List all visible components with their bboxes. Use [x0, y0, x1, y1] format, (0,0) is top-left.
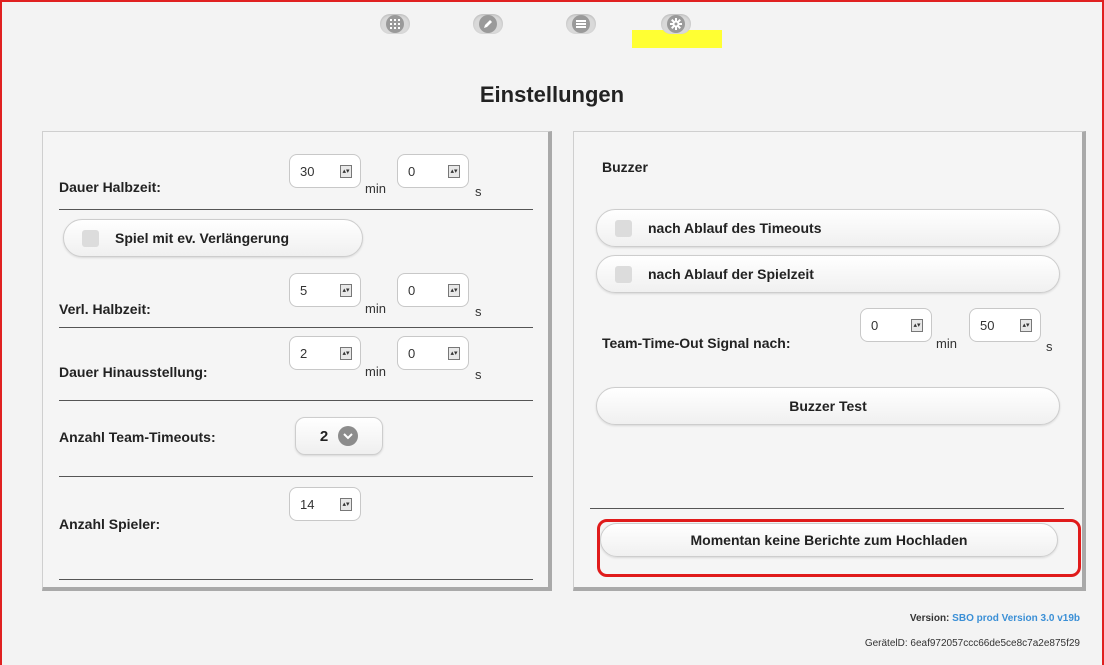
device-id-info: GerätelD: 6eaf972057ccc66de5ce8c7a2e875f… — [865, 638, 1080, 649]
signal-minutes-input[interactable]: 0 ▴▾ — [860, 308, 932, 342]
verlaengerung-label: Spiel mit ev. Verlängerung — [115, 230, 290, 246]
verlaengerung-toggle[interactable]: Spiel mit ev. Verlängerung — [63, 219, 363, 257]
after-playtime-toggle[interactable]: nach Ablauf der Spielzeit — [596, 255, 1060, 293]
after-timeout-toggle[interactable]: nach Ablauf des Timeouts — [596, 209, 1060, 247]
divider — [59, 209, 533, 210]
list-icon — [572, 15, 590, 33]
device-id-label: GerätelD: — [864, 638, 908, 649]
chevron-down-icon — [338, 426, 359, 446]
spin-arrows-icon[interactable]: ▴▾ — [448, 164, 460, 178]
hinausstellung-minutes-value: 2 — [300, 345, 308, 361]
verl-halbzeit-seconds-value: 0 — [408, 282, 416, 298]
spieler-label: Anzahl Spieler: — [59, 516, 161, 532]
buzzer-test-label: Buzzer Test — [789, 398, 867, 414]
verl-halbzeit-minutes-input[interactable]: 5 ▴▾ — [289, 273, 361, 307]
spin-arrows-icon[interactable]: ▴▾ — [340, 283, 352, 297]
signal-seconds-input[interactable]: 50 ▴▾ — [969, 308, 1041, 342]
page-title: Einstellungen — [479, 82, 625, 107]
divider — [59, 327, 533, 328]
hinausstellung-label: Dauer Hinausstellung: — [59, 364, 208, 380]
nav-settings-button[interactable] — [661, 14, 691, 34]
buzzer-test-button[interactable]: Buzzer Test — [596, 387, 1060, 425]
team-timeout-signal-label: Team-Time-Out Signal nach: — [602, 335, 791, 351]
verl-halbzeit-label: Verl. Halbzeit: — [59, 301, 151, 317]
spin-arrows-icon[interactable]: ▴▾ — [448, 283, 460, 297]
pencil-icon — [479, 15, 497, 33]
version-label: Version: — [909, 613, 950, 624]
verl-halbzeit-min-unit: min — [365, 301, 386, 316]
signal-seconds-value: 50 — [980, 317, 995, 333]
spin-arrows-icon[interactable]: ▴▾ — [340, 346, 352, 360]
halbzeit-minutes-input[interactable]: 30 ▴▾ — [289, 154, 361, 188]
verl-halbzeit-s-unit: s — [475, 304, 482, 319]
grid-icon — [386, 15, 404, 33]
hinausstellung-seconds-value: 0 — [408, 345, 416, 361]
hinausstellung-min-unit: min — [365, 364, 386, 379]
spieler-input[interactable]: 14 ▴▾ — [289, 487, 361, 521]
version-value: SBO prod Version 3.0 v19b — [952, 613, 1080, 624]
halbzeit-seconds-input[interactable]: 0 ▴▾ — [397, 154, 469, 188]
halbzeit-minutes-value: 30 — [300, 163, 315, 179]
after-timeout-label: nach Ablauf des Timeouts — [648, 220, 822, 236]
spin-arrows-icon[interactable]: ▴▾ — [911, 318, 923, 332]
divider — [590, 508, 1064, 509]
gear-icon — [667, 15, 685, 33]
game-settings-panel: Dauer Halbzeit: 30 ▴▾ min 0 ▴▾ s Spiel m… — [42, 131, 552, 591]
spin-arrows-icon[interactable]: ▴▾ — [340, 497, 352, 511]
divider — [59, 579, 533, 580]
hinausstellung-seconds-input[interactable]: 0 ▴▾ — [397, 336, 469, 370]
halbzeit-seconds-value: 0 — [408, 163, 416, 179]
divider — [59, 476, 533, 477]
verl-halbzeit-minutes-value: 5 — [300, 282, 308, 298]
nav-edit-button[interactable] — [473, 14, 503, 34]
nav-grid-button[interactable] — [380, 14, 410, 34]
checkbox-icon[interactable] — [615, 219, 632, 237]
team-timeouts-select[interactable]: 2 — [295, 417, 383, 455]
version-info: Version: SBO prod Version 3.0 v19b — [910, 613, 1080, 624]
signal-min-unit: min — [936, 336, 957, 351]
spieler-value: 14 — [300, 496, 315, 512]
checkbox-icon[interactable] — [82, 229, 99, 247]
halbzeit-label: Dauer Halbzeit: — [59, 179, 161, 195]
upload-reports-button[interactable]: Momentan keine Berichte zum Hochladen — [600, 523, 1058, 557]
buzzer-settings-panel: Buzzer nach Ablauf des Timeouts nach Abl… — [573, 131, 1086, 591]
spin-arrows-icon[interactable]: ▴▾ — [1020, 318, 1032, 332]
hinausstellung-s-unit: s — [475, 367, 482, 382]
team-timeouts-value: 2 — [319, 427, 329, 445]
upload-reports-label: Momentan keine Berichte zum Hochladen — [690, 532, 968, 548]
device-id-value: 6eaf972057ccc66de5ce8c7a2e875f29 — [910, 638, 1080, 649]
spin-arrows-icon[interactable]: ▴▾ — [448, 346, 460, 360]
halbzeit-min-unit: min — [365, 181, 386, 196]
signal-s-unit: s — [1046, 339, 1053, 354]
divider — [59, 400, 533, 401]
signal-minutes-value: 0 — [871, 317, 879, 333]
halbzeit-s-unit: s — [475, 184, 482, 199]
verl-halbzeit-seconds-input[interactable]: 0 ▴▾ — [397, 273, 469, 307]
hinausstellung-minutes-input[interactable]: 2 ▴▾ — [289, 336, 361, 370]
nav-list-button[interactable] — [566, 14, 596, 34]
after-playtime-label: nach Ablauf der Spielzeit — [648, 266, 814, 282]
team-timeouts-label: Anzahl Team-Timeouts: — [59, 429, 216, 445]
buzzer-heading: Buzzer — [602, 159, 648, 175]
spin-arrows-icon[interactable]: ▴▾ — [340, 164, 352, 178]
checkbox-icon[interactable] — [615, 265, 632, 283]
